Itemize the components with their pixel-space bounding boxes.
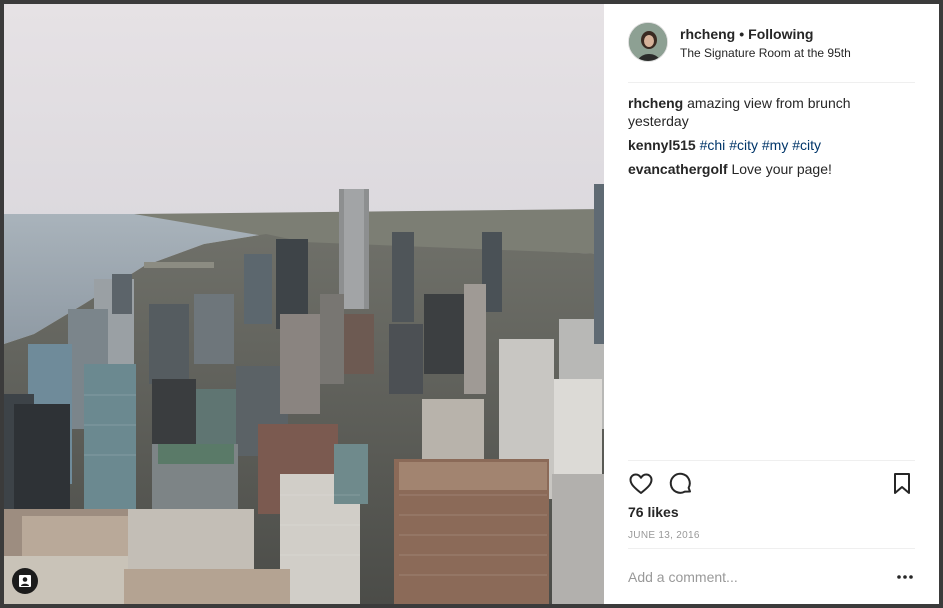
username-link[interactable]: rhcheng: [680, 26, 735, 42]
bookmark-icon: [894, 473, 910, 494]
hashtag-link[interactable]: #city: [792, 137, 821, 153]
add-comment-bar: [628, 548, 915, 604]
separator-dot: •: [739, 26, 745, 42]
comment-author[interactable]: evancathergolf: [628, 161, 728, 177]
comment-text: Love your page!: [731, 161, 832, 177]
post-photo[interactable]: [4, 4, 604, 604]
more-options-button[interactable]: [895, 569, 915, 585]
more-options-icon: [897, 575, 913, 579]
list-item: kennyl515 #chi #city #my #city: [628, 136, 915, 154]
post-details-panel: rhcheng • Following The Signature Room at …: [604, 4, 939, 604]
hashtag-link[interactable]: #my: [762, 137, 788, 153]
comment-author[interactable]: kennyl515: [628, 137, 696, 153]
heart-icon: [629, 473, 653, 494]
following-button[interactable]: Following: [748, 26, 813, 42]
post-date: JUNE 13, 2016: [628, 530, 700, 541]
like-button[interactable]: [628, 471, 654, 497]
user-tag-button[interactable]: [12, 568, 38, 594]
post-header: rhcheng • Following The Signature Room at …: [628, 22, 915, 83]
list-item: rhcheng amazing view from brunch yesterd…: [628, 94, 915, 130]
likes-count[interactable]: 76 likes: [628, 504, 679, 520]
list-item: evancathergolf Love your page!: [628, 160, 915, 178]
user-tag-icon: [19, 575, 31, 587]
comment-author[interactable]: rhcheng: [628, 95, 683, 111]
comment-list: rhcheng amazing view from brunch yesterd…: [628, 94, 915, 184]
city-skyline-image: [4, 4, 604, 604]
profile-photo: [629, 23, 667, 61]
avatar[interactable]: [628, 22, 668, 62]
hashtag-link[interactable]: #city: [729, 137, 758, 153]
comment-button[interactable]: [668, 471, 694, 497]
action-bar: [628, 460, 915, 501]
hashtag-link[interactable]: #chi: [700, 137, 726, 153]
username-line: rhcheng • Following: [680, 26, 813, 42]
save-button[interactable]: [889, 471, 915, 497]
location-link[interactable]: The Signature Room at the 95th: [680, 46, 851, 60]
post-modal: rhcheng • Following The Signature Room at …: [4, 4, 939, 604]
comment-input[interactable]: [628, 567, 878, 587]
comment-icon: [669, 472, 691, 494]
